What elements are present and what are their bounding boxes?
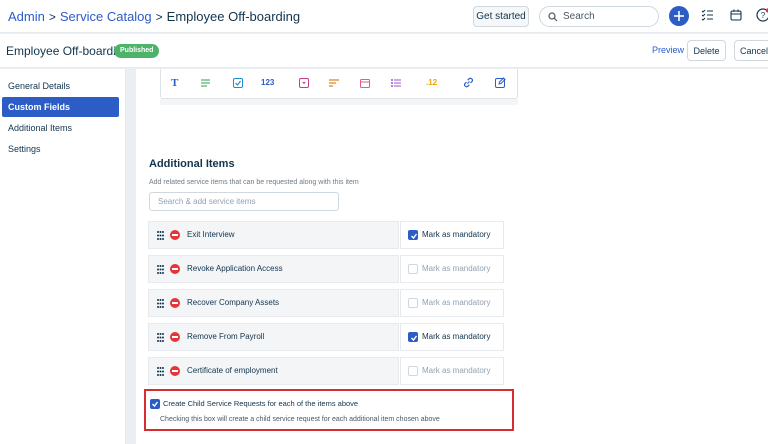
get-started-button[interactable]: Get started [473, 6, 529, 27]
cancel-button[interactable]: Cancel [734, 40, 768, 61]
mandatory-label: Mark as mandatory [422, 332, 491, 341]
mandatory-label: Mark as mandatory [422, 298, 491, 307]
svg-text:?: ? [761, 11, 766, 20]
calendar-icon[interactable] [730, 9, 742, 21]
remove-item-icon[interactable] [170, 230, 180, 240]
check-icon [411, 233, 418, 240]
toolbox-strip [160, 99, 518, 105]
drag-handle-icon[interactable] [157, 333, 164, 342]
create-child-requests-option: Create Child Service Requests for each o… [144, 389, 514, 431]
number-field-icon[interactable]: 123 [261, 78, 274, 87]
delete-button[interactable]: Delete [687, 40, 726, 61]
item-label: Certificate of employment [187, 366, 278, 375]
add-service-items-placeholder: Search & add service items [158, 197, 256, 206]
custom-fields-panel: T 123 .12 [136, 69, 768, 144]
mandatory-toggle[interactable]: Mark as mandatory [400, 255, 504, 283]
item-label: Revoke Application Access [187, 264, 283, 273]
create-child-requests-checkbox[interactable] [150, 399, 160, 409]
top-navigation-bar: Admin > Service Catalog > Employee Off-board… [0, 0, 768, 33]
check-icon [152, 401, 159, 408]
help-icon[interactable]: ? [756, 8, 768, 22]
search-input[interactable]: Search [539, 6, 659, 27]
link-field-icon[interactable] [463, 77, 474, 88]
remove-item-icon[interactable] [170, 264, 180, 274]
drag-handle-icon[interactable] [157, 265, 164, 274]
multiline-field-icon[interactable] [329, 79, 339, 87]
sidebar: General Details Custom Fields Additional… [0, 69, 126, 444]
add-service-items-input[interactable]: Search & add service items [149, 192, 339, 211]
search-placeholder: Search [563, 11, 595, 22]
breadcrumb-current: Employee Off-boarding [166, 9, 301, 24]
main-content: T 123 .12 Additional Items Add related s… [126, 69, 768, 444]
tasks-icon[interactable] [701, 9, 713, 21]
item-label: Exit Interview [187, 230, 235, 239]
remove-item-icon[interactable] [170, 298, 180, 308]
list-item: Recover Company Assets Mark as mandatory [148, 289, 504, 317]
text-field-icon[interactable]: T [171, 77, 178, 89]
mandatory-toggle[interactable]: Mark as mandatory [400, 221, 504, 249]
list-item: Revoke Application Access Mark as mandat… [148, 255, 504, 283]
drag-handle-icon[interactable] [157, 231, 164, 240]
remove-item-icon[interactable] [170, 366, 180, 376]
search-icon [548, 12, 558, 22]
list-item-main: Recover Company Assets [148, 289, 399, 317]
decimal-field-icon[interactable]: .12 [426, 78, 437, 87]
item-header: Employee Off-boarding Published Preview … [0, 34, 768, 68]
item-label: Recover Company Assets [187, 298, 280, 307]
breadcrumb-separator: > [155, 10, 163, 24]
create-child-requests-description: Checking this box will create a child se… [160, 416, 440, 423]
list-item-main: Certificate of employment [148, 357, 399, 385]
mandatory-checkbox[interactable] [408, 332, 418, 342]
checkbox-field-icon[interactable] [233, 78, 243, 88]
drag-handle-icon[interactable] [157, 367, 164, 376]
mandatory-checkbox[interactable] [408, 264, 418, 274]
item-label: Remove From Payroll [187, 332, 265, 341]
mandatory-checkbox[interactable] [408, 230, 418, 240]
section-title: Additional Items [149, 158, 235, 170]
sidebar-item-additional-items[interactable]: Additional Items [2, 118, 119, 138]
edit-field-icon[interactable] [495, 77, 506, 88]
create-child-requests-label[interactable]: Create Child Service Requests for each o… [163, 399, 358, 408]
list-item: Exit Interview Mark as mandatory [148, 221, 504, 249]
mandatory-label: Mark as mandatory [422, 366, 491, 375]
remove-item-icon[interactable] [170, 332, 180, 342]
list-item-main: Remove From Payroll [148, 323, 399, 351]
section-description: Add related service items that can be re… [149, 179, 359, 186]
mandatory-toggle[interactable]: Mark as mandatory [400, 323, 504, 351]
field-toolbox: T 123 .12 [160, 69, 518, 99]
preview-link[interactable]: Preview [652, 45, 684, 55]
sidebar-item-custom-fields[interactable]: Custom Fields [2, 97, 119, 117]
breadcrumb-admin[interactable]: Admin [8, 9, 45, 24]
mandatory-toggle[interactable]: Mark as mandatory [400, 289, 504, 317]
multiselect-field-icon[interactable] [391, 79, 401, 87]
new-button[interactable] [669, 6, 689, 26]
mandatory-checkbox[interactable] [408, 298, 418, 308]
breadcrumb: Admin > Service Catalog > Employee Off-board… [8, 9, 300, 24]
status-badge: Published [114, 44, 160, 58]
sidebar-item-settings[interactable]: Settings [2, 139, 119, 159]
list-item: Remove From Payroll Mark as mandatory [148, 323, 504, 351]
plus-icon [674, 11, 684, 21]
list-item-main: Revoke Application Access [148, 255, 399, 283]
sidebar-item-general-details[interactable]: General Details [2, 76, 119, 96]
drag-handle-icon[interactable] [157, 299, 164, 308]
mandatory-toggle[interactable]: Mark as mandatory [400, 357, 504, 385]
breadcrumb-service-catalog[interactable]: Service Catalog [60, 9, 152, 24]
paragraph-field-icon[interactable] [201, 79, 210, 87]
date-field-icon[interactable] [360, 78, 370, 88]
mandatory-checkbox[interactable] [408, 366, 418, 376]
check-icon [411, 335, 418, 342]
mandatory-label: Mark as mandatory [422, 264, 491, 273]
dropdown-field-icon[interactable] [299, 78, 309, 88]
breadcrumb-separator: > [48, 10, 56, 24]
mandatory-label: Mark as mandatory [422, 230, 491, 239]
item-title: Employee Off-boarding [6, 44, 130, 58]
list-item-main: Exit Interview [148, 221, 399, 249]
list-item: Certificate of employment Mark as mandat… [148, 357, 504, 385]
